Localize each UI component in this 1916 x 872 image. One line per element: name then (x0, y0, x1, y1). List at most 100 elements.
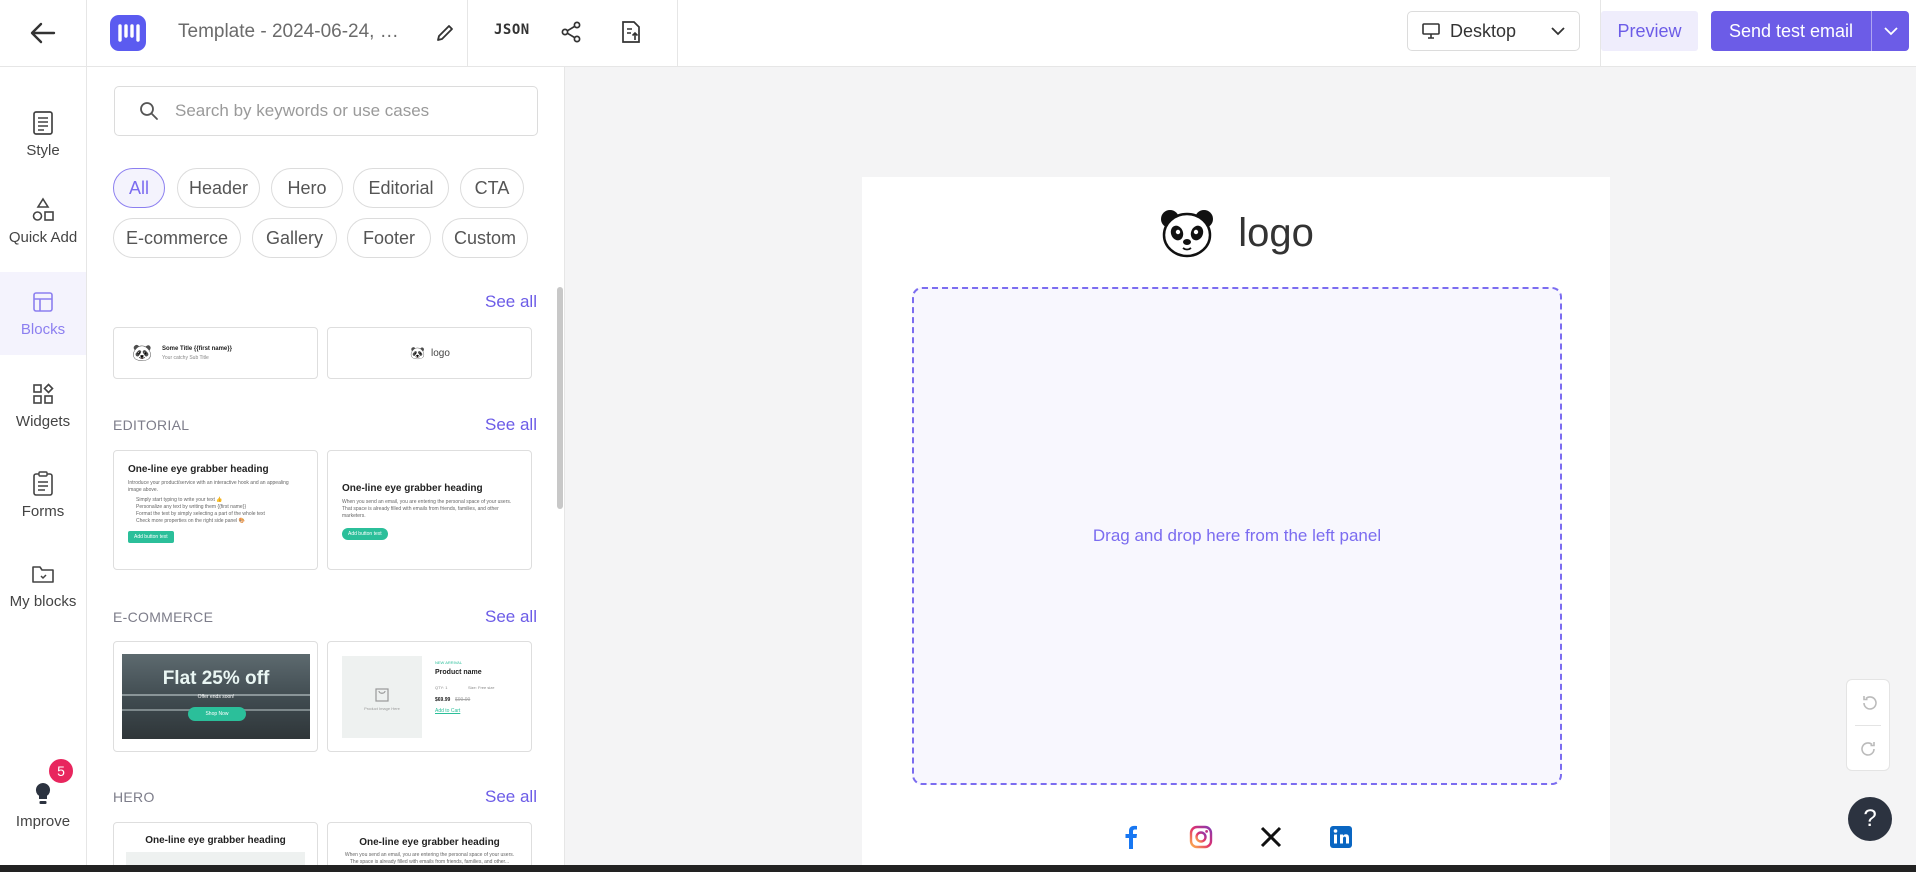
card-heading: One-line eye grabber heading (342, 483, 483, 494)
chip-gallery[interactable]: Gallery (252, 218, 337, 258)
redo-button[interactable] (1847, 726, 1891, 771)
divider (467, 0, 468, 66)
card-tag: NEW ARRIVAL (435, 660, 463, 665)
see-all-ecommerce[interactable]: See all (485, 607, 537, 627)
see-all-hero[interactable]: See all (485, 787, 537, 807)
shapes-icon (30, 196, 56, 223)
blocks-panel: All Header Hero Editorial CTA E-commerce… (87, 67, 565, 865)
drop-zone[interactable]: Drag and drop here from the left panel (912, 287, 1562, 785)
chip-cta[interactable]: CTA (460, 168, 524, 208)
block-card-header-2[interactable]: 🐼 logo (327, 327, 532, 379)
share-icon (561, 21, 581, 43)
block-card-hero-2[interactable]: One-line eye grabber heading When you se… (327, 822, 532, 865)
export-file-icon (622, 21, 640, 43)
card-text: QTY: 1 (435, 685, 448, 690)
card-heading: One-line eye grabber heading (145, 835, 286, 846)
x-icon[interactable] (1259, 825, 1283, 849)
undo-button[interactable] (1847, 680, 1891, 725)
card-text: When you send an email, you are entering… (344, 852, 515, 865)
chip-custom[interactable]: Custom (442, 218, 528, 258)
section-title-ecommerce: E-COMMERCE (113, 609, 214, 625)
card-heading: Product name (435, 669, 482, 676)
block-card-ecommerce-2[interactable]: Product Image Here NEW ARRIVAL Product n… (327, 641, 532, 752)
chip-e-commerce[interactable]: E-commerce (113, 218, 241, 258)
chip-header[interactable]: Header (177, 168, 260, 208)
search-input[interactable] (175, 101, 525, 121)
template-title[interactable]: Template - 2024-06-24, 02... (178, 21, 408, 43)
rail-item-my-blocks[interactable]: My blocks (0, 545, 86, 625)
edit-title-button[interactable] (430, 18, 460, 48)
back-arrow-icon (30, 22, 56, 44)
drop-zone-text: Drag and drop here from the left panel (1092, 526, 1382, 545)
chip-footer[interactable]: Footer (347, 218, 431, 258)
panda-logo-icon: 🐼 (410, 346, 425, 360)
device-select[interactable]: Desktop (1407, 11, 1580, 51)
share-button[interactable] (555, 16, 587, 48)
top-bar: Template - 2024-06-24, 02... JSON Deskto… (0, 0, 1916, 67)
send-options-button[interactable] (1871, 11, 1909, 51)
help-button[interactable]: ? (1848, 797, 1892, 841)
card-bullet: Simply start typing to write your text 👍 (136, 497, 223, 503)
card-heading: One-line eye grabber heading (128, 464, 269, 475)
see-all-header[interactable]: See all (485, 292, 537, 312)
card-text: Introduce your product/service with an i… (128, 480, 289, 493)
email-body: logo Drag and drop here from the left pa… (862, 177, 1610, 867)
monitor-icon (1422, 23, 1440, 39)
block-card-editorial-2[interactable]: One-line eye grabber heading When you se… (327, 450, 532, 570)
rail-item-quick-add[interactable]: Quick Add (0, 181, 86, 261)
panda-logo-icon: 🐼 (132, 345, 152, 362)
card-text: logo (431, 348, 450, 359)
block-card-editorial-1[interactable]: One-line eye grabber heading Introduce y… (113, 450, 318, 570)
app-logo[interactable] (110, 15, 146, 51)
send-test-email-button[interactable]: Send test email (1711, 11, 1909, 51)
chip-all[interactable]: All (113, 168, 165, 208)
banner-headline: Flat 25% off (162, 668, 270, 689)
card-old-price: $99.99 (455, 697, 471, 703)
card-heading: One-line eye grabber heading (359, 837, 500, 848)
card-link: Add to Cart (435, 708, 461, 714)
rail-item-blocks[interactable]: Blocks (0, 272, 86, 355)
chevron-down-icon (1551, 26, 1565, 35)
folder-icon (30, 561, 56, 587)
email-header-logo[interactable]: logo (862, 207, 1610, 259)
panda-logo-icon (1161, 210, 1214, 258)
lightbulb-icon (30, 781, 56, 807)
rail-item-forms[interactable]: Forms (0, 455, 86, 535)
card-text: Some Title {{first name}} (162, 346, 232, 352)
block-card-header-1[interactable]: 🐼 Some Title {{first name}} Your catchy … (113, 327, 318, 379)
blocks-icon (30, 289, 56, 315)
panel-scrollbar[interactable] (557, 287, 563, 509)
widgets-icon (30, 381, 56, 407)
banner-button: Shop Now (188, 707, 246, 721)
shopping-bag-icon (375, 687, 389, 702)
improve-count-badge: 5 (47, 757, 75, 785)
card-bullet: Personalize any text by writing them {{f… (136, 504, 247, 510)
rail-item-style[interactable]: Style (0, 94, 86, 174)
product-image-placeholder: Product Image Here (342, 656, 422, 738)
search-box[interactable] (114, 86, 538, 136)
rail-item-widgets[interactable]: Widgets (0, 365, 86, 445)
instagram-icon[interactable] (1189, 825, 1213, 849)
bottom-edge (0, 865, 1916, 872)
json-button[interactable]: JSON (494, 22, 530, 38)
search-icon (140, 102, 158, 120)
linkedin-icon[interactable] (1329, 825, 1353, 849)
preview-button[interactable]: Preview (1601, 11, 1698, 51)
pencil-icon (437, 25, 453, 41)
block-card-ecommerce-1[interactable]: Flat 25% off Offer ends soon! Shop Now (113, 641, 318, 752)
chip-editorial[interactable]: Editorial (353, 168, 449, 208)
rail-item-label: Improve (15, 812, 71, 830)
card-button: Add button text (342, 528, 388, 540)
facebook-icon[interactable] (1119, 825, 1143, 849)
banner-image: Flat 25% off Offer ends soon! Shop Now (122, 654, 310, 739)
image-label: Product Image Here (364, 705, 400, 711)
brand-logo-icon (118, 24, 140, 42)
rail-item-label: Widgets (15, 412, 71, 430)
see-all-editorial[interactable]: See all (485, 415, 537, 435)
chip-hero[interactable]: Hero (271, 168, 343, 208)
block-card-hero-1[interactable]: One-line eye grabber heading (113, 822, 318, 865)
card-bullet: Check more properties on the right side … (136, 518, 245, 524)
back-button[interactable] (0, 0, 87, 66)
send-test-email-label: Send test email (1728, 20, 1854, 41)
export-button[interactable] (615, 16, 647, 48)
